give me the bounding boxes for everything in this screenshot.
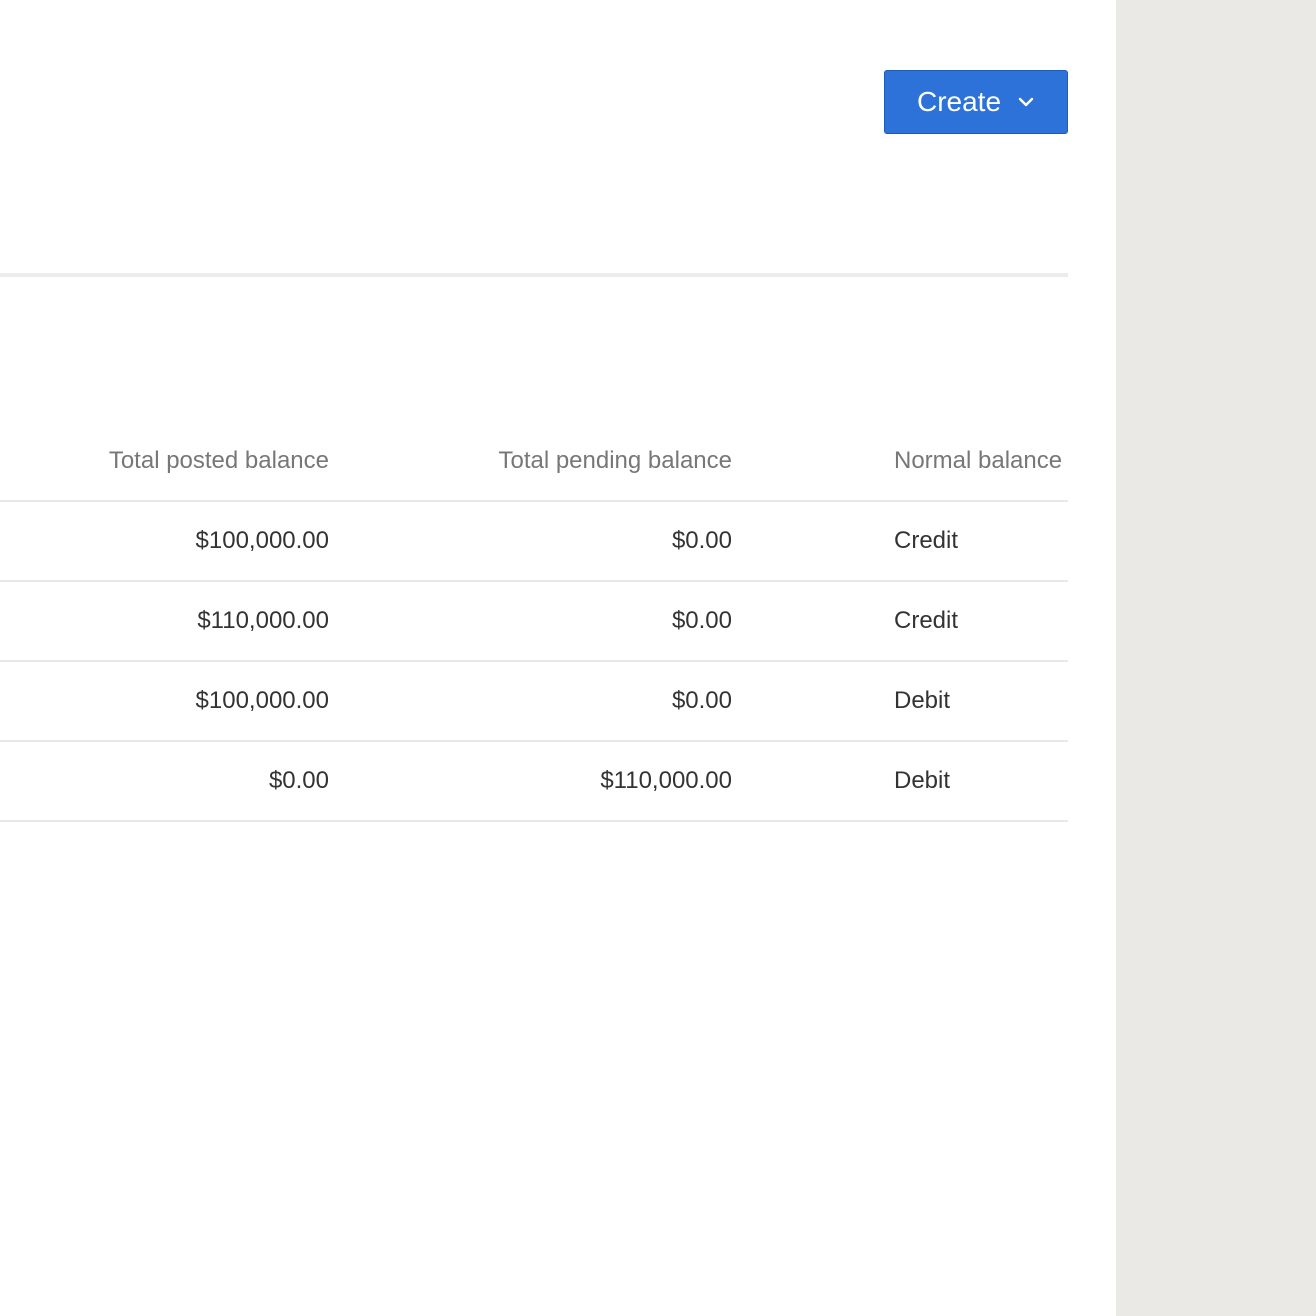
chevron-down-icon bbox=[1018, 97, 1034, 107]
posted-balance-cell: $110,000.00 bbox=[197, 607, 329, 634]
table-row[interactable]: $100,000.00 $0.00 Debit bbox=[0, 662, 1068, 742]
pending-balance-cell: $0.00 bbox=[671, 527, 732, 554]
create-button-label: Create bbox=[916, 86, 1002, 117]
posted-balance-cell: $100,000.00 bbox=[195, 687, 329, 714]
normal-balance-cell: Credit bbox=[894, 527, 959, 554]
pending-balance-cell: $110,000.00 bbox=[600, 767, 732, 794]
table-header-row: Total posted balance Total pending balan… bbox=[0, 422, 1068, 502]
pending-balance-cell: $0.00 bbox=[671, 687, 732, 714]
create-button[interactable]: Create bbox=[884, 70, 1068, 134]
column-header-total-pending-balance[interactable]: Total pending balance bbox=[498, 422, 732, 500]
balances-table: Total posted balance Total pending balan… bbox=[0, 422, 1068, 822]
section-divider bbox=[0, 273, 1068, 277]
side-panel bbox=[1116, 0, 1316, 1316]
normal-balance-cell: Debit bbox=[894, 767, 951, 794]
table-row[interactable]: $100,000.00 $0.00 Credit bbox=[0, 502, 1068, 582]
table-row[interactable]: $110,000.00 $0.00 Credit bbox=[0, 582, 1068, 662]
table-row[interactable]: $0.00 $110,000.00 Debit bbox=[0, 742, 1068, 822]
normal-balance-cell: Debit bbox=[894, 687, 951, 714]
page: Create Total posted balance Total pendin… bbox=[0, 0, 1316, 1316]
posted-balance-cell: $0.00 bbox=[268, 767, 329, 794]
normal-balance-cell: Credit bbox=[894, 607, 959, 634]
column-header-normal-balance[interactable]: Normal balance bbox=[894, 422, 1062, 500]
pending-balance-cell: $0.00 bbox=[671, 607, 732, 634]
main-content: Create Total posted balance Total pendin… bbox=[0, 0, 1116, 1316]
column-header-total-posted-balance[interactable]: Total posted balance bbox=[109, 422, 329, 500]
posted-balance-cell: $100,000.00 bbox=[195, 527, 329, 554]
